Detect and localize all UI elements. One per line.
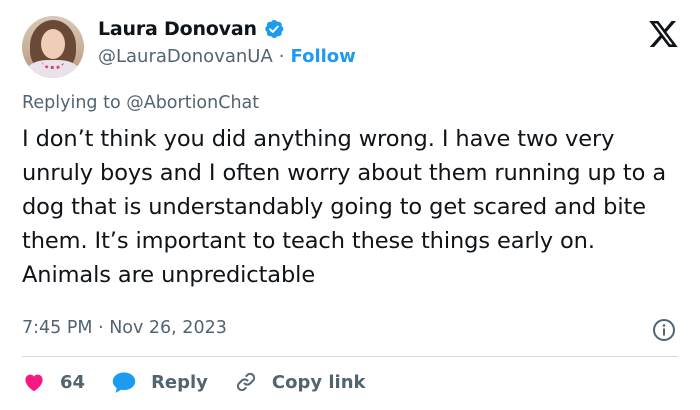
author-info: Laura Donovan @LauraDonovanUA · Follow <box>98 18 356 67</box>
like-count: 64 <box>60 371 86 393</box>
verified-badge-icon <box>263 18 285 40</box>
reply-bubble-icon <box>112 372 136 393</box>
copy-link-label: Copy link <box>271 371 366 393</box>
heart-icon <box>25 374 43 392</box>
x-logo-icon[interactable] <box>648 20 678 48</box>
reply-label: Reply <box>151 371 208 393</box>
divider <box>22 356 678 357</box>
link-icon <box>236 372 255 392</box>
tweet-header: Laura Donovan @LauraDonovanUA · Follow <box>22 16 356 78</box>
replying-to-text[interactable]: Replying to @AbortionChat <box>22 93 259 113</box>
tweet-timestamp[interactable]: 7:45 PM · Nov 26, 2023 <box>22 318 227 338</box>
reply-button[interactable]: Reply <box>111 370 208 394</box>
info-icon[interactable] <box>652 318 676 342</box>
author-handle[interactable]: @LauraDonovanUA <box>98 46 273 67</box>
tweet-card: Laura Donovan @LauraDonovanUA · Follow R… <box>0 0 700 410</box>
avatar[interactable] <box>22 16 84 78</box>
tweet-actions: 64 Reply Copy link <box>22 370 392 394</box>
tweet-text: I don’t think you did anything wrong. I … <box>22 126 667 288</box>
copy-link-button[interactable]: Copy link <box>234 370 366 394</box>
like-button[interactable]: 64 <box>22 370 85 394</box>
author-display-name[interactable]: Laura Donovan <box>98 18 257 40</box>
separator-dot: · <box>278 46 285 67</box>
follow-button[interactable]: Follow <box>291 46 356 67</box>
